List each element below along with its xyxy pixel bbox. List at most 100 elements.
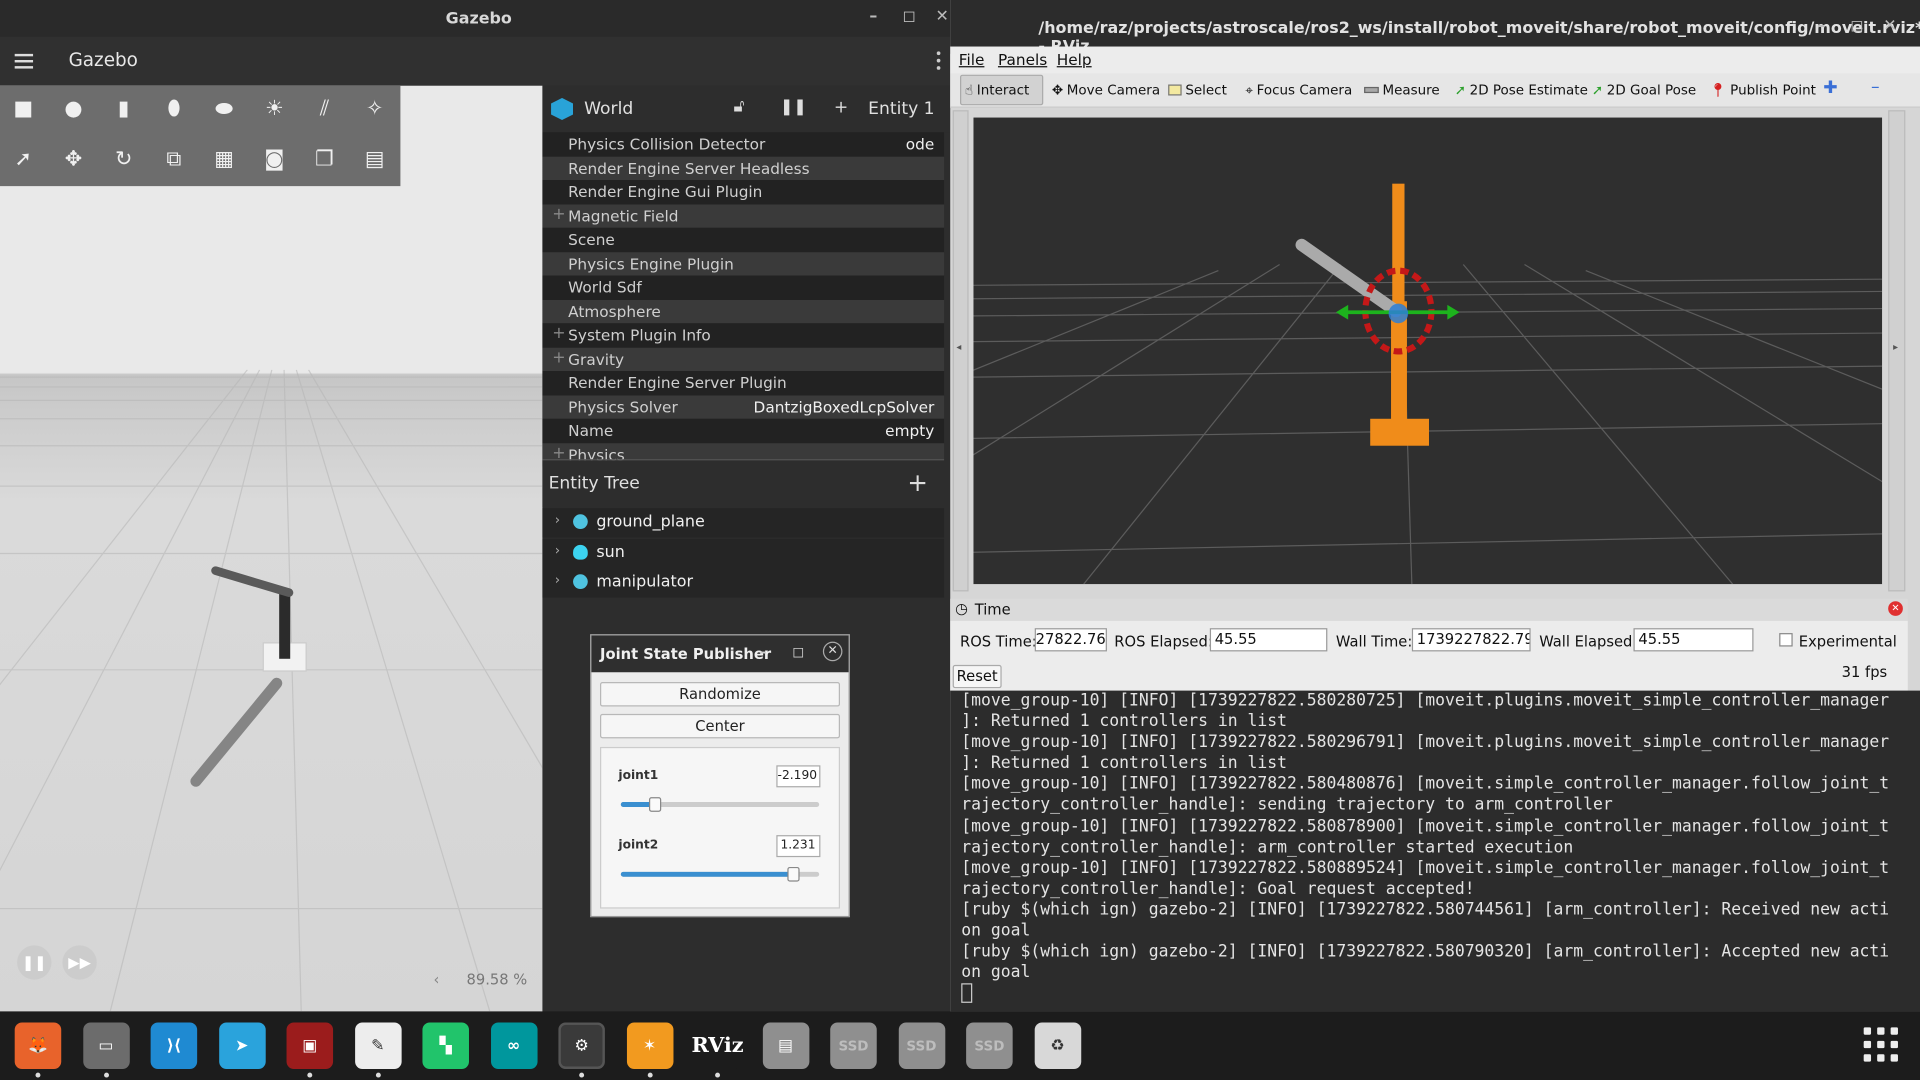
ros-time-field[interactable]: 227822.76 <box>1034 628 1107 652</box>
taskbar-app-settings[interactable]: ⚙ <box>558 1022 605 1069</box>
tool-2d-pose-estimate[interactable]: ➚ 2D Pose Estimate <box>1455 82 1588 98</box>
taskbar-app-firefox[interactable]: 🦊 <box>14 1022 62 1069</box>
world-property-row[interactable]: + Magnetic Field <box>542 203 945 228</box>
tool-focus-camera[interactable]: ⌖ Focus Camera <box>1245 82 1352 99</box>
minimize-icon[interactable]: – <box>869 7 877 25</box>
select-mode-icon[interactable]: ➚ <box>10 146 37 173</box>
translate-icon[interactable]: ✥ <box>60 146 87 173</box>
lock-icon[interactable]: 🔓︎ <box>733 97 744 117</box>
left-dock-collapse[interactable]: ◂ <box>952 110 969 592</box>
chevron-left-icon[interactable]: ‹ <box>433 971 439 988</box>
taskbar-app-terminal[interactable]: ▣ <box>286 1022 334 1069</box>
gazebo-titlebar[interactable]: Gazebo – ◻ ✕ <box>0 0 951 37</box>
ellipsoid-icon[interactable]: ⬬ <box>211 96 238 123</box>
grid-snap-icon[interactable]: ▦ <box>211 146 238 173</box>
menu-help[interactable]: Help <box>1057 50 1092 68</box>
joint2-slider[interactable] <box>620 866 820 882</box>
tool-measure[interactable]: Measure <box>1364 82 1440 98</box>
menu-icon[interactable] <box>14 53 34 69</box>
experimental-checkbox[interactable] <box>1779 633 1793 647</box>
expand-icon[interactable]: + <box>552 348 565 366</box>
select-icon <box>1168 84 1182 96</box>
world-property-row[interactable]: + System Plugin Info <box>542 323 945 348</box>
chevron-right-icon[interactable]: › <box>555 572 560 588</box>
tool-publish-point[interactable]: 📍︎ Publish Point <box>1709 82 1816 98</box>
add-icon[interactable]: + <box>834 98 848 118</box>
wall-time-field[interactable]: 1739227822.79 <box>1411 628 1531 652</box>
add-entity-icon[interactable]: + <box>907 468 928 497</box>
step-forward-icon[interactable]: ▶▶ <box>62 945 97 980</box>
property-label: Physics Collision Detector <box>568 134 766 154</box>
minimize-icon[interactable]: – <box>1817 17 1825 35</box>
terminal-console[interactable]: [move_group-10] [INFO] [1739227822.58028… <box>950 690 1920 1012</box>
taskbar-app-ssd-3[interactable]: SSD <box>966 1022 1013 1069</box>
minimize-icon[interactable]: – <box>759 643 766 660</box>
entity-tree-item[interactable]: › ground_plane <box>542 508 945 538</box>
expand-icon[interactable]: + <box>552 205 565 223</box>
gazebo-3d-viewport[interactable]: ■ ● ▮ ⬮ ⬬ ☀ ⫽ ✧ ➚ ✥ ↻ ⧉ ▦ ◙ ❐ ▤ ❚❚ ▶▶ ‹ … <box>0 85 543 1012</box>
taskbar-app-gazebo[interactable]: ✶ <box>626 1022 673 1069</box>
menu-panels[interactable]: Panels <box>998 50 1047 68</box>
more-options-icon[interactable] <box>936 51 941 71</box>
taskbar-app-disk[interactable]: ▤ <box>762 1022 809 1069</box>
close-icon[interactable]: ✕ <box>1883 17 1896 35</box>
chevron-right-icon[interactable]: › <box>555 512 560 528</box>
entity-tree-item[interactable]: › sun <box>542 538 945 568</box>
taskbar-app-clion[interactable]: ▚ <box>422 1022 469 1069</box>
close-icon[interactable]: ✕ <box>936 7 949 25</box>
taskbar-app-vscode[interactable]: ⟩⟨ <box>150 1022 198 1069</box>
jsp-titlebar[interactable]: Joint State Publisher – ◻ ✕ <box>591 635 849 673</box>
screenshot-icon[interactable]: ◙ <box>261 146 288 173</box>
taskbar-app-ssd-2[interactable]: SSD <box>898 1022 945 1069</box>
tool-select[interactable]: Select <box>1168 82 1227 98</box>
point-light-icon[interactable]: ☀ <box>261 96 288 123</box>
show-apps-icon[interactable] <box>1863 1027 1901 1064</box>
rotate-icon[interactable]: ↻ <box>110 146 137 173</box>
taskbar-app-arduino[interactable]: ∞ <box>490 1022 537 1069</box>
right-dock-collapse[interactable]: ▸ <box>1888 110 1906 592</box>
taskbar-app-telegram[interactable]: ➤ <box>218 1022 266 1069</box>
box-icon[interactable]: ■ <box>10 96 37 123</box>
capsule-icon[interactable]: ⬮ <box>160 96 187 123</box>
center-button[interactable]: Center <box>600 713 841 739</box>
tool-interact[interactable]: ☝ Interact <box>965 82 1029 98</box>
cylinder-icon[interactable]: ▮ <box>110 96 137 123</box>
add-tool-icon[interactable]: ✚ <box>1823 78 1837 98</box>
world-property-row[interactable]: + Gravity <box>542 347 945 372</box>
ros-elapsed-field[interactable]: 45.55 <box>1209 628 1328 652</box>
close-icon[interactable]: ✕ <box>822 641 843 662</box>
sphere-icon[interactable]: ● <box>60 96 87 123</box>
taskbar-app-files[interactable]: ▭ <box>82 1022 130 1069</box>
tool-2d-goal-pose[interactable]: ➚ 2D Goal Pose <box>1592 82 1696 98</box>
taskbar-app-trash[interactable]: ♻ <box>1034 1022 1081 1069</box>
joint1-value-field[interactable]: -2.190 <box>776 765 821 788</box>
maximize-icon[interactable]: ◻ <box>792 643 804 660</box>
entity-tree-item[interactable]: › manipulator <box>542 568 945 598</box>
transform-icon[interactable]: ⧉ <box>160 146 187 173</box>
directional-light-icon[interactable]: ⫽ <box>311 96 338 123</box>
pause-panel-icon[interactable]: ❚❚ <box>780 98 807 116</box>
pause-icon[interactable]: ❚❚ <box>17 945 52 980</box>
expand-icon[interactable]: + <box>552 324 565 342</box>
close-panel-icon[interactable]: ✕ <box>1888 601 1903 616</box>
remove-tool-icon[interactable]: – <box>1871 77 1880 97</box>
randomize-button[interactable]: Randomize <box>600 682 841 707</box>
maximize-icon[interactable]: ◻ <box>1850 17 1863 35</box>
paste-icon[interactable]: ▤ <box>361 146 388 173</box>
taskbar-app-text-editor[interactable]: ✎ <box>354 1022 402 1069</box>
taskbar-app-rviz[interactable]: RViz <box>692 1022 744 1069</box>
maximize-icon[interactable]: ◻ <box>902 7 915 25</box>
joint1-slider[interactable] <box>620 797 820 812</box>
reset-button[interactable]: Reset <box>952 664 1002 689</box>
copy-icon[interactable]: ❐ <box>311 146 338 173</box>
tool-move-camera[interactable]: ✥ Move Camera <box>1052 82 1160 98</box>
gazebo-manipulator-model[interactable] <box>0 86 542 1012</box>
menu-file[interactable]: File <box>959 50 985 68</box>
joint2-value-field[interactable]: 1.231 <box>776 835 821 858</box>
console-lines: [move_group-10] [INFO] [1739227822.58028… <box>961 691 1920 984</box>
taskbar-app-ssd-1[interactable]: SSD <box>830 1022 877 1069</box>
rviz-3d-render[interactable] <box>973 117 1883 585</box>
spot-light-icon[interactable]: ✧ <box>361 96 388 123</box>
wall-elapsed-field[interactable]: 45.55 <box>1633 628 1754 652</box>
chevron-right-icon[interactable]: › <box>555 542 560 558</box>
